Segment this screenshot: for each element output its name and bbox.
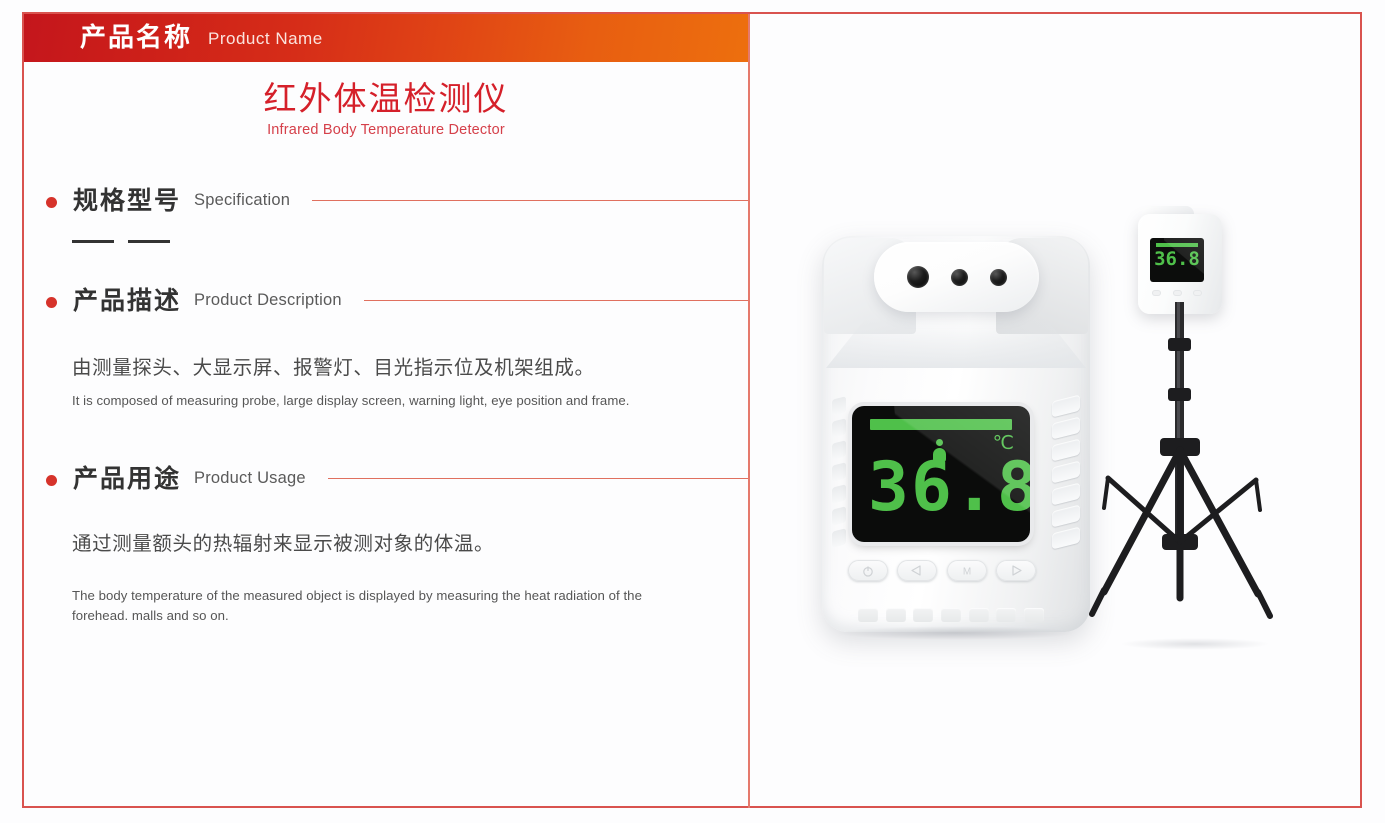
- section-title-en-usage: Product Usage: [194, 469, 306, 488]
- vent-slot: [1052, 504, 1080, 528]
- proximity-sensor-icon: [989, 268, 1007, 286]
- section-rule: [363, 300, 748, 301]
- mini-button[interactable]: [1152, 290, 1161, 296]
- mini-button[interactable]: [1172, 290, 1182, 296]
- tripod-stand-icon: [1089, 302, 1273, 619]
- vent-slot: [1052, 460, 1080, 484]
- bottom-slot: [996, 608, 1017, 622]
- bullet-icon: [46, 297, 57, 308]
- tripod-shadow: [1120, 638, 1270, 650]
- vent-slot: [832, 484, 846, 504]
- usage-body-zh: 通过测量额头的热辐射来显示被测对象的体温。: [72, 532, 495, 555]
- section-rule: [327, 478, 748, 479]
- thermometer-device-illustration: ℃ 36.8 M: [822, 220, 1090, 640]
- vent-slot: [832, 440, 846, 460]
- section-rule: [312, 200, 748, 201]
- vent-slot: [1052, 394, 1080, 418]
- bottom-slot: [858, 608, 878, 622]
- section-title-en-specification: Specification: [194, 191, 291, 210]
- vent-slot: [832, 462, 846, 482]
- description-body-en: It is composed of measuring probe, large…: [72, 393, 630, 408]
- svg-text:M: M: [962, 566, 970, 577]
- vent-slot: [1052, 416, 1080, 440]
- lcd-display: ℃ 36.8: [852, 406, 1030, 542]
- dash-mark: [128, 240, 170, 243]
- sensor-head: [874, 242, 1039, 312]
- bottom-slot: [913, 608, 934, 622]
- section-title-zh-usage: 产品用途: [73, 464, 182, 493]
- bottom-slot: [885, 608, 906, 622]
- device-vents-left: [832, 396, 846, 554]
- vent-slot: [832, 418, 846, 438]
- usage-body-en: The body temperature of the measured obj…: [72, 588, 642, 624]
- camera-lens-icon: [950, 268, 968, 286]
- mini-button[interactable]: [1193, 290, 1202, 296]
- description-body-zh: 由测量探头、大显示屏、报警灯、目光指示位及机架组成。: [72, 356, 595, 379]
- header-bar: 产品名称 Product Name: [24, 14, 748, 62]
- vent-slot: [832, 396, 846, 416]
- section-header-specification: 规格型号 Specification: [46, 188, 748, 213]
- left-arrow-button[interactable]: [897, 560, 938, 581]
- section-header-product-usage: 产品用途 Product Usage: [46, 466, 748, 491]
- mode-button[interactable]: M: [946, 560, 987, 581]
- bullet-icon: [46, 197, 57, 208]
- power-button[interactable]: [848, 560, 888, 581]
- mini-device-button-row: [1152, 290, 1202, 296]
- section-title-zh-description: 产品描述: [73, 286, 182, 315]
- right-arrow-button[interactable]: [995, 560, 1036, 581]
- vent-slot: [1052, 526, 1080, 550]
- lcd-temperature-value: 36.8: [868, 448, 1030, 527]
- infrared-sensor-icon: [906, 266, 929, 288]
- vent-slot: [1052, 482, 1080, 506]
- mini-screen-glare: [1164, 238, 1204, 282]
- section-header-product-description: 产品描述 Product Description: [46, 288, 748, 313]
- section-title-zh-specification: 规格型号: [73, 186, 182, 215]
- product-spec-page: 产品名称 Product Name 红外体温检测仪 Infrared Body …: [0, 0, 1385, 823]
- vent-slot: [832, 506, 846, 526]
- product-name-en: Infrared Body Temperature Detector: [267, 122, 505, 139]
- dash-mark: [72, 240, 114, 243]
- person-head: [936, 439, 943, 446]
- device-bottom-slots: [858, 608, 1044, 622]
- vent-slot: [832, 528, 846, 548]
- specification-value-placeholder: [72, 240, 170, 243]
- bottom-slot: [1023, 608, 1044, 622]
- header-title-en: Product Name: [208, 28, 323, 48]
- tripod-mounted-device-illustration: 36.8: [1080, 206, 1310, 654]
- product-name-zh: 红外体温检测仪: [263, 79, 509, 118]
- product-image-panel: ℃ 36.8 M: [750, 14, 1362, 808]
- mini-device-body: 36.8: [1138, 214, 1222, 314]
- bottom-slot: [940, 608, 961, 622]
- lcd-status-bar: [870, 419, 1012, 430]
- device-button-row: M: [848, 560, 1036, 581]
- product-title: 红外体温检测仪 Infrared Body Temperature Detect…: [24, 78, 748, 138]
- device-vents-right: [1052, 394, 1080, 554]
- device-shadow: [836, 626, 1076, 640]
- bullet-icon: [46, 475, 57, 486]
- mini-lcd-display: 36.8: [1150, 238, 1204, 282]
- device-bevel: [826, 316, 1086, 368]
- vent-slot: [1052, 438, 1080, 462]
- header-title-zh: 产品名称: [80, 23, 193, 53]
- section-title-en-description: Product Description: [194, 291, 342, 310]
- bottom-slot: [968, 608, 989, 622]
